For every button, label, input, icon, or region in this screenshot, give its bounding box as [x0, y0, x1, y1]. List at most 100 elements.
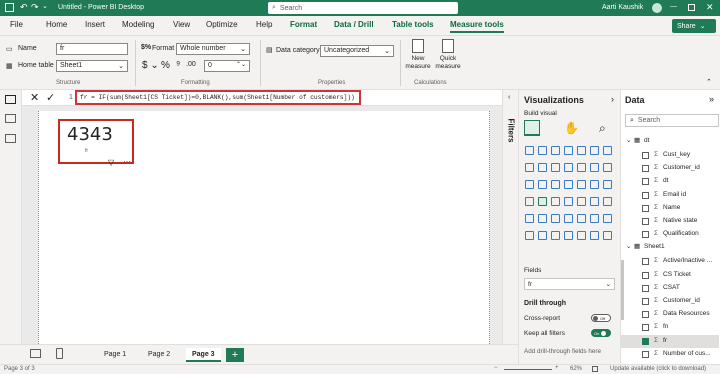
add-page-button[interactable]: +: [226, 348, 244, 362]
scatter-chart-icon[interactable]: [525, 180, 534, 189]
more-options-icon[interactable]: ···: [123, 157, 131, 166]
update-available[interactable]: Update available (click to download): [610, 366, 706, 372]
mobile-layout-icon[interactable]: [56, 348, 63, 359]
fields-well[interactable]: fr ⌄: [524, 278, 615, 290]
table-icon[interactable]: [590, 197, 599, 206]
field-item[interactable]: Σ CS Ticket: [621, 269, 719, 282]
scrollbar[interactable]: [621, 260, 624, 320]
desktop-layout-icon[interactable]: [30, 349, 41, 358]
paginated-report-icon[interactable]: [525, 231, 534, 240]
field-checkbox[interactable]: [642, 324, 649, 332]
table-node[interactable]: ⌄ ▦ Sheet1: [621, 241, 719, 254]
stacked-area-chart-icon[interactable]: [538, 163, 547, 172]
tab-home[interactable]: Home: [46, 20, 67, 29]
field-item[interactable]: Σ Qualification: [621, 228, 719, 241]
clustered-bar-chart-icon[interactable]: [551, 146, 560, 155]
close-icon[interactable]: ✕: [706, 2, 714, 13]
table-node[interactable]: ⌄ ▦ dt: [621, 135, 719, 148]
minimize-icon[interactable]: —: [670, 3, 677, 10]
currency-icon[interactable]: $ ⌄: [142, 60, 159, 71]
field-item[interactable]: Σ CSAT: [621, 282, 719, 295]
report-view-icon[interactable]: [5, 95, 16, 104]
ribbon-chart-icon[interactable]: [577, 163, 586, 172]
percent-icon[interactable]: %: [161, 60, 170, 71]
page-tab-1[interactable]: Page 1: [98, 348, 132, 362]
maximize-icon[interactable]: [688, 4, 695, 11]
page-tab-2[interactable]: Page 2: [142, 348, 176, 362]
field-item[interactable]: Σ Native state: [621, 215, 719, 228]
field-item[interactable]: Σ Data Resources: [621, 308, 719, 321]
map-icon[interactable]: [577, 180, 586, 189]
button-icon[interactable]: [577, 231, 586, 240]
tab-insert[interactable]: Insert: [85, 20, 105, 29]
treemap-icon[interactable]: [564, 180, 573, 189]
zoom-slider[interactable]: [504, 369, 552, 370]
shape-icon[interactable]: [590, 231, 599, 240]
field-item[interactable]: Σ Number of cus...: [621, 348, 719, 361]
tab-format[interactable]: Format: [290, 20, 317, 29]
azure-map-icon[interactable]: [603, 180, 612, 189]
multi-row-card-icon[interactable]: [551, 197, 560, 206]
fit-page-icon[interactable]: [592, 366, 598, 372]
format-visual-icon[interactable]: ✋: [564, 121, 579, 135]
card-icon[interactable]: [538, 197, 547, 206]
comma-icon[interactable]: ⁹: [176, 60, 180, 71]
power-automate-icon[interactable]: [551, 231, 560, 240]
field-checkbox[interactable]: [642, 152, 649, 159]
metrics-icon[interactable]: [564, 231, 573, 240]
avatar[interactable]: [652, 3, 662, 13]
python-visual-icon[interactable]: [603, 214, 612, 223]
field-checkbox[interactable]: [642, 298, 649, 305]
analytics-icon[interactable]: ⌕: [599, 121, 606, 136]
user-name[interactable]: Aarti Kaushik: [602, 4, 643, 11]
field-item[interactable]: Σfr: [621, 334, 719, 348]
tab-measure-tools[interactable]: Measure tools: [450, 20, 504, 33]
funnel-chart-icon[interactable]: [603, 163, 612, 172]
decomposition-tree-icon[interactable]: [538, 214, 547, 223]
tab-help[interactable]: Help: [256, 20, 272, 29]
filled-map-icon[interactable]: [590, 180, 599, 189]
power-apps-icon[interactable]: [538, 231, 547, 240]
keep-all-filters-toggle[interactable]: On: [591, 329, 611, 337]
field-checkbox[interactable]: [642, 218, 649, 225]
field-checkbox[interactable]: [642, 165, 649, 173]
cancel-formula-icon[interactable]: ✕: [30, 91, 39, 104]
key-influencers-icon[interactable]: [551, 214, 560, 223]
model-view-icon[interactable]: [5, 134, 16, 143]
field-checkbox[interactable]: [642, 204, 649, 212]
smart-narrative-icon[interactable]: [577, 214, 586, 223]
slicer-icon[interactable]: [577, 197, 586, 206]
formula-input[interactable]: fr = IF(sum(Sheet1[CS Ticket])=0,BLANK()…: [75, 90, 361, 105]
new-measure-button[interactable]: New measure: [404, 39, 432, 79]
field-checkbox[interactable]: [642, 337, 649, 345]
data-category-select[interactable]: Uncategorized ⌄: [320, 45, 394, 57]
qa-icon[interactable]: [564, 214, 573, 223]
decimal-places-stepper[interactable]: 0 ⌃⌄: [204, 60, 250, 72]
100-column-chart-icon[interactable]: [590, 146, 599, 155]
data-search-input[interactable]: ⌕ Search: [625, 114, 719, 127]
table-view-icon[interactable]: [5, 114, 16, 123]
collapse-pane-icon[interactable]: ›: [611, 94, 614, 104]
stacked-column-chart-icon[interactable]: [538, 146, 547, 155]
kpi-icon[interactable]: [564, 197, 573, 206]
cross-report-toggle[interactable]: Off: [591, 314, 611, 322]
tab-modeling[interactable]: Modeling: [122, 20, 154, 29]
save-icon[interactable]: [5, 3, 14, 12]
matrix-icon[interactable]: [603, 197, 612, 206]
field-checkbox[interactable]: [642, 350, 649, 358]
undo-icon[interactable]: ↶: [20, 2, 28, 13]
field-item[interactable]: Σ Name: [621, 202, 719, 215]
field-item[interactable]: Σ Active/Inactive ...: [621, 255, 719, 268]
page-tab-3[interactable]: Page 3: [186, 348, 221, 362]
filter-icon[interactable]: ▽: [108, 158, 114, 167]
area-chart-icon[interactable]: [525, 163, 534, 172]
donut-chart-icon[interactable]: [551, 180, 560, 189]
gauge-icon[interactable]: [525, 197, 534, 206]
collapse-ribbon-icon[interactable]: ⌃: [706, 78, 712, 86]
tab-view[interactable]: View: [173, 20, 190, 29]
tab-data-drill[interactable]: Data / Drill: [334, 20, 374, 29]
name-field[interactable]: fr: [56, 43, 128, 55]
field-checkbox[interactable]: [642, 258, 649, 266]
field-item[interactable]: Σ Email id: [621, 189, 719, 202]
quick-measure-button[interactable]: Quick measure: [434, 39, 462, 79]
